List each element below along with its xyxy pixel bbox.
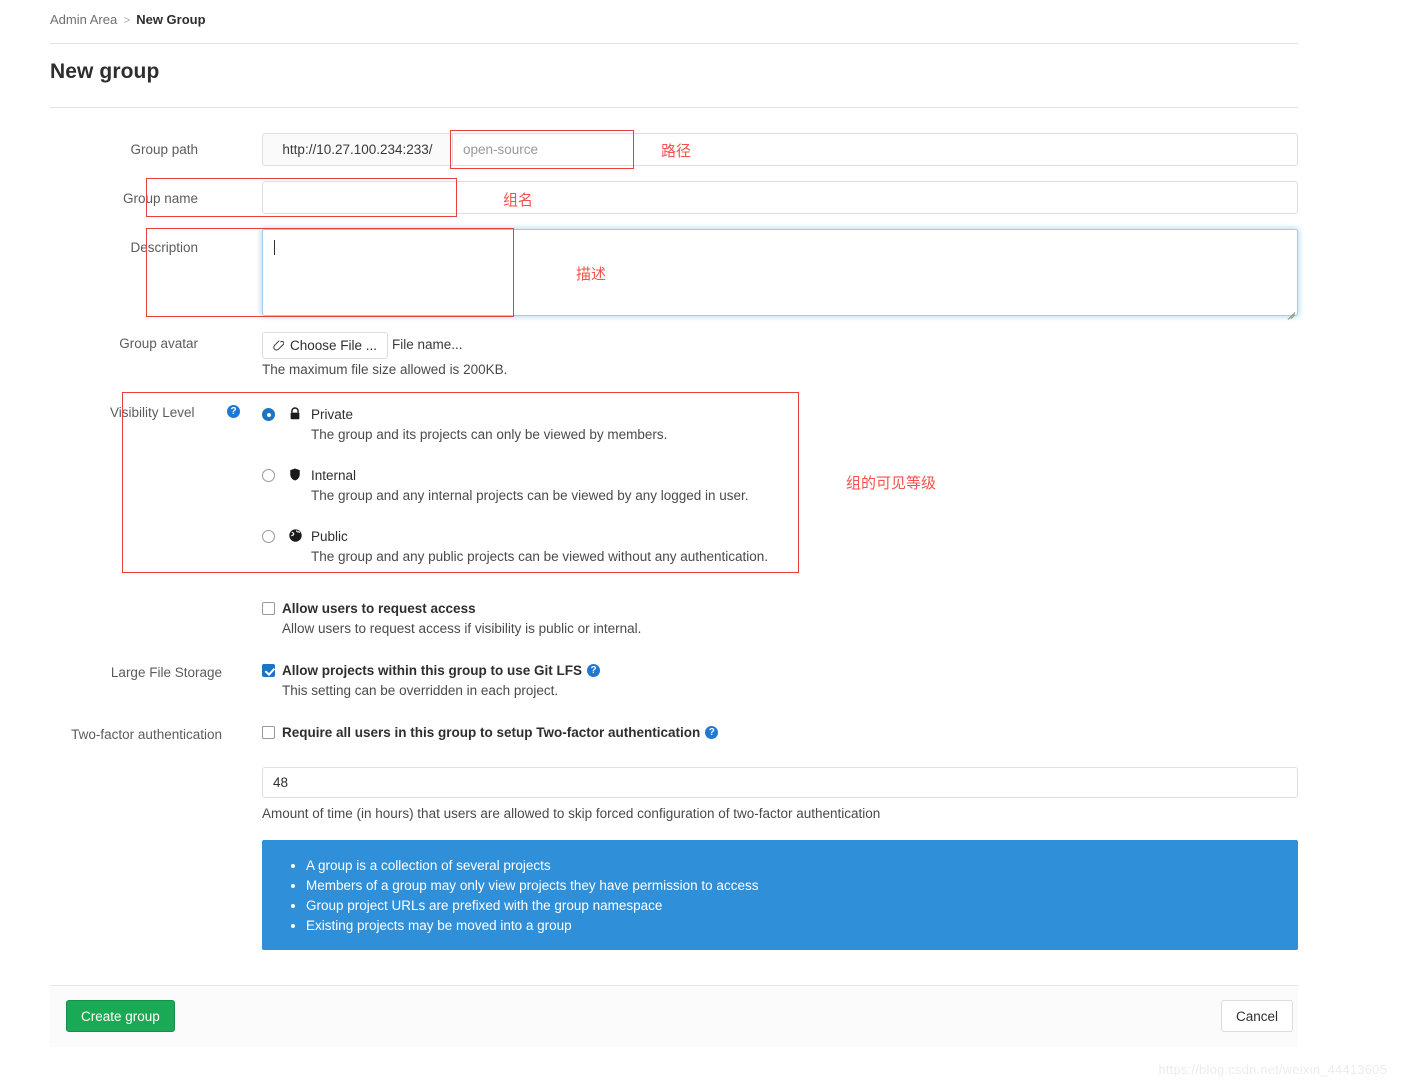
title-divider [50, 107, 1298, 108]
breadcrumb-separator-icon: > [123, 12, 131, 27]
two-factor-checkbox[interactable] [262, 726, 275, 739]
git-lfs-checkbox[interactable] [262, 664, 275, 677]
two-factor-grace-period-input[interactable] [262, 767, 1298, 798]
avatar-help-text: The maximum file size allowed is 200KB. [262, 362, 508, 377]
info-panel-list: A group is a collection of several proje… [262, 840, 1298, 952]
lock-icon [288, 406, 302, 421]
description-label: Description [130, 240, 198, 255]
breadcrumb-new-group: New Group [136, 12, 206, 27]
info-panel: A group is a collection of several proje… [262, 840, 1298, 950]
group-name-input[interactable] [262, 181, 1298, 214]
text-cursor [274, 240, 275, 255]
visibility-option-title-internal: Internal [311, 468, 357, 483]
two-factor-title: Require all users in this group to setup… [282, 725, 701, 740]
question-help-icon-git-lfs[interactable]: ? [587, 664, 600, 677]
paperclip-icon [273, 340, 284, 351]
list-item: Group project URLs are prefixed with the… [306, 896, 1298, 916]
git-lfs-title-wrap: Allow projects within this group to use … [282, 663, 600, 678]
two-factor-title-wrap: Require all users in this group to setup… [282, 725, 719, 740]
request-access-checkbox[interactable] [262, 602, 275, 615]
page-title: New group [50, 60, 160, 83]
globe-icon [288, 528, 303, 543]
request-access-description: Allow users to request access if visibil… [282, 621, 642, 636]
annotation-text-group-path: 路径 [661, 143, 692, 160]
group-path-url-prefix: http://10.27.100.234:233/ [262, 133, 452, 166]
choose-file-label: Choose File ... [290, 338, 378, 353]
visibility-option-title-private: Private [311, 407, 354, 422]
visibility-radio-private[interactable] [262, 408, 275, 421]
question-help-icon-visibility[interactable]: ? [227, 405, 240, 418]
visibility-option-desc-internal: The group and any internal projects can … [311, 488, 749, 503]
group-path-input[interactable] [452, 133, 1298, 166]
request-access-title: Allow users to request access [282, 601, 476, 616]
large-file-storage-label: Large File Storage [110, 665, 222, 680]
list-item: Existing projects may be moved into a gr… [306, 916, 1298, 936]
watermark: https://blog.csdn.net/weixin_44413605 [1158, 1062, 1387, 1077]
annotation-text-description: 描述 [576, 266, 607, 283]
cancel-button[interactable]: Cancel [1221, 1000, 1294, 1032]
group-avatar-label: Group avatar [119, 336, 198, 351]
visibility-option-desc-public: The group and any public projects can be… [311, 549, 769, 564]
annotation-text-group-name: 组名 [503, 192, 534, 209]
group-path-label: Group path [130, 142, 198, 157]
list-item: Members of a group may only view project… [306, 876, 1298, 896]
choose-file-button[interactable]: Choose File ... [262, 332, 389, 359]
breadcrumb-admin-area[interactable]: Admin Area [50, 12, 117, 27]
visibility-option-desc-private: The group and its projects can only be v… [311, 427, 668, 442]
file-name-text: File name... [392, 337, 463, 352]
description-textarea[interactable] [262, 229, 1298, 316]
two-factor-label: Two-factor authentication [71, 727, 222, 742]
shield-icon [288, 467, 302, 482]
breadcrumb-divider [50, 43, 1298, 44]
annotation-text-visibility: 组的可见等级 [846, 475, 937, 492]
two-factor-grace-period-help: Amount of time (in hours) that users are… [262, 806, 881, 821]
visibility-level-label: Visibility Level [110, 405, 195, 420]
visibility-option-title-public: Public [311, 529, 348, 544]
form-footer [50, 985, 1298, 1047]
git-lfs-title: Allow projects within this group to use … [282, 663, 582, 678]
git-lfs-description: This setting can be overridden in each p… [282, 683, 559, 698]
breadcrumb: Admin Area > New Group [50, 12, 206, 27]
visibility-radio-internal[interactable] [262, 469, 275, 482]
list-item: A group is a collection of several proje… [306, 856, 1298, 876]
visibility-radio-public[interactable] [262, 530, 275, 543]
group-name-label: Group name [122, 191, 198, 206]
create-group-button[interactable]: Create group [66, 1000, 175, 1032]
annotation-box-visibility [122, 392, 799, 573]
question-help-icon-two-factor[interactable]: ? [705, 726, 719, 739]
